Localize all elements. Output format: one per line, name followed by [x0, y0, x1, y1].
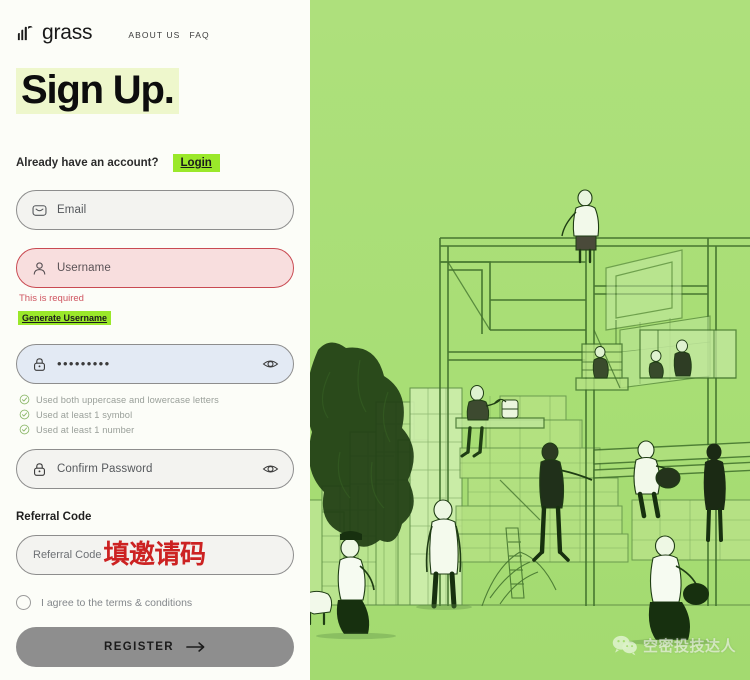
main-nav: ABOUT US FAQ — [128, 27, 209, 40]
signup-page: grass ABOUT US FAQ Sign Up. Already have… — [0, 0, 750, 680]
watermark-text: 空密投技达人 — [642, 636, 736, 655]
check-circle-icon — [19, 394, 30, 405]
username-field[interactable]: Username — [16, 248, 294, 288]
brand-name: grass — [42, 21, 93, 44]
login-link[interactable]: Login — [172, 154, 220, 172]
password-rule-label: Used both uppercase and lowercase letter… — [36, 394, 219, 405]
grass-bars-icon — [17, 25, 33, 40]
lock-icon — [34, 462, 45, 476]
existing-account-prompt: Already have an account? — [16, 157, 159, 169]
password-rule-label: Used at least 1 symbol — [36, 409, 133, 420]
referral-annotation: 填邀请码 — [103, 540, 206, 570]
password-rule: Used at least 1 number — [19, 424, 294, 435]
email-field[interactable]: Email — [16, 190, 294, 230]
city-scene-illustration — [310, 0, 750, 680]
eye-icon[interactable] — [262, 356, 279, 373]
password-rule: Used both uppercase and lowercase letter… — [19, 394, 294, 405]
lock-icon — [34, 357, 45, 371]
confirm-password-placeholder: Confirm Password — [57, 463, 153, 475]
register-button[interactable]: REGISTER — [16, 627, 294, 667]
password-field[interactable]: ••••••••• — [16, 344, 294, 384]
username-placeholder: Username — [57, 262, 111, 274]
referral-code-placeholder: Referral Code — [33, 549, 102, 561]
username-error-message: This is required — [19, 293, 84, 304]
watermark: 空密投技达人 — [612, 634, 736, 656]
nav-link-about-us[interactable]: ABOUT US — [128, 30, 180, 40]
page-title-wrap: Sign Up. — [16, 68, 294, 114]
illustration-panel: 空密投技达人 — [310, 0, 750, 680]
wechat-icon — [612, 635, 637, 656]
terms-row[interactable]: I agree to the terms & conditions — [16, 595, 294, 610]
existing-account-row: Already have an account? Login — [16, 154, 294, 172]
generate-username-link[interactable]: Generate Username — [18, 311, 112, 325]
nav-link-faq[interactable]: FAQ — [189, 30, 209, 40]
terms-checkbox[interactable] — [16, 595, 31, 610]
register-button-label: REGISTER — [104, 641, 174, 653]
brand-logo[interactable]: grass — [16, 21, 93, 45]
email-placeholder: Email — [57, 204, 87, 216]
terms-label: I agree to the terms & conditions — [41, 596, 193, 609]
page-title: Sign Up. — [16, 68, 179, 114]
password-rules: Used both uppercase and lowercase letter… — [19, 394, 294, 435]
password-rule-label: Used at least 1 number — [36, 424, 135, 435]
eye-icon[interactable] — [262, 461, 279, 478]
top-bar: grass ABOUT US FAQ — [16, 0, 294, 44]
check-circle-icon — [19, 409, 30, 420]
user-icon — [33, 261, 46, 275]
check-circle-icon — [19, 424, 30, 435]
envelope-icon — [32, 204, 47, 216]
password-rule: Used at least 1 symbol — [19, 409, 294, 420]
confirm-password-field[interactable]: Confirm Password — [16, 449, 294, 489]
signup-form-panel: grass ABOUT US FAQ Sign Up. Already have… — [0, 0, 310, 680]
referral-section-label: Referral Code — [16, 511, 92, 523]
password-value: ••••••••• — [57, 355, 111, 371]
referral-code-field[interactable]: Referral Code 填邀请码 — [16, 535, 294, 575]
arrow-right-icon — [186, 642, 205, 652]
